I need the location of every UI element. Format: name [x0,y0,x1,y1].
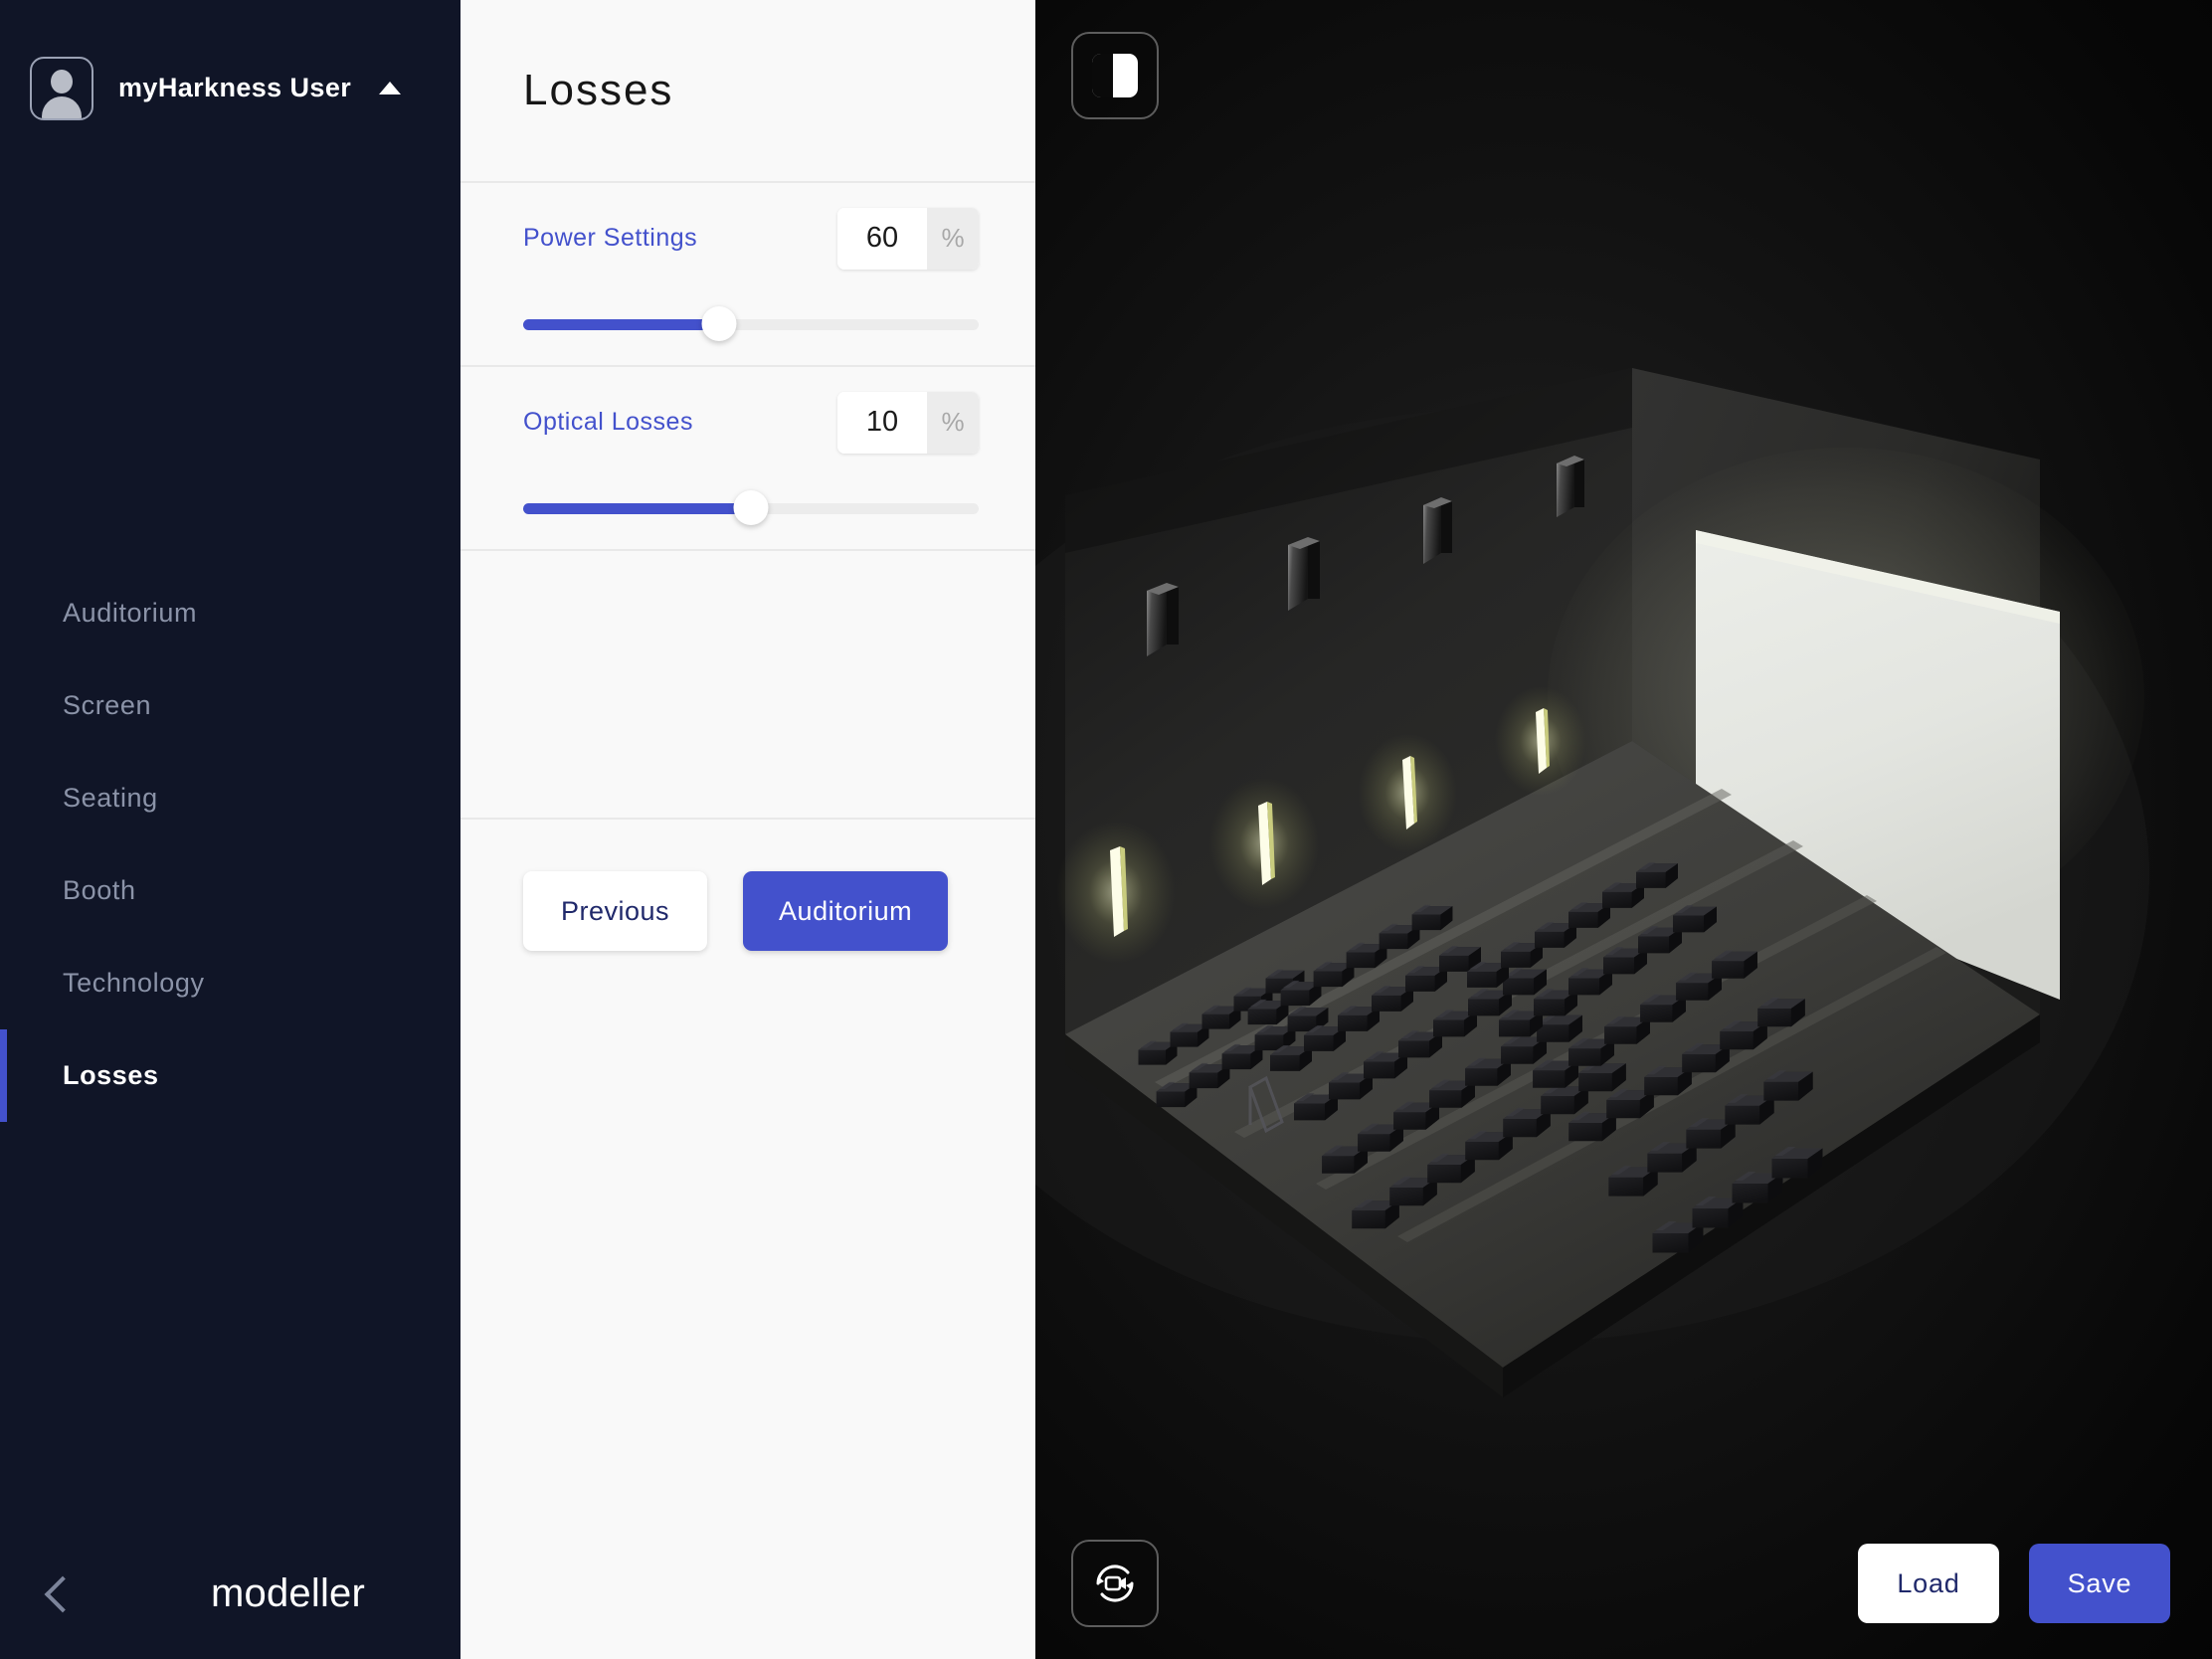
sidebar-item-label: Losses [63,1060,159,1090]
slider-fill [523,502,751,514]
optical-losses-input[interactable] [837,391,927,454]
panel-button-row: Previous Auditorium [461,820,1035,951]
power-settings-unit: % [927,207,979,270]
modeller-spectrum-logo [107,1569,189,1617]
panel-toggle-button[interactable] [1071,32,1159,119]
field-power-settings: Power Settings % [461,183,1035,367]
field-header: Power Settings % [523,207,979,270]
optical-losses-unit: % [927,391,979,454]
save-button[interactable]: Save [2029,1544,2170,1623]
sidebar-item-screen[interactable]: Screen [0,659,461,752]
viewport-actions: Load Save [1858,1544,2170,1623]
3d-viewport[interactable]: Load Save [1035,0,2212,1659]
sidebar-item-booth[interactable]: Booth [0,844,461,937]
panel-header: Losses [461,0,1035,183]
settings-panel: Losses Power Settings % Optical Losses [461,0,1035,1659]
slider-thumb[interactable] [733,489,769,525]
user-avatar-icon [30,56,93,120]
sidebar-item-seating[interactable]: Seating [0,752,461,844]
panel-toggle-icon [1092,54,1138,97]
sidebar-item-label: Auditorium [63,598,198,628]
field-label-optical-losses: Optical Losses [523,408,693,436]
sidebar-item-label: Technology [63,968,205,998]
previous-button[interactable]: Previous [523,871,708,951]
sidebar-item-auditorium[interactable]: Auditorium [0,567,461,659]
panel-empty-section [461,551,1035,820]
caret-up-icon[interactable] [379,82,402,94]
field-label-power-settings: Power Settings [523,224,698,252]
field-optical-losses: Optical Losses % [461,367,1035,551]
slider-thumb[interactable] [701,305,737,341]
user-name: myHarkness User [118,73,352,102]
camera-reset-button[interactable] [1071,1540,1159,1627]
sidebar-item-label: Seating [63,783,158,813]
app-root: myHarkness User Auditorium Screen Seatin… [0,0,2212,1659]
power-settings-input[interactable] [837,207,927,270]
auditorium-scene [1035,368,2149,1397]
sidebar-item-label: Screen [63,690,152,720]
sidebar-item-label: Booth [63,875,136,905]
sidebar-item-technology[interactable]: Technology [0,937,461,1029]
power-settings-input-group[interactable]: % [837,207,979,270]
optical-losses-input-group[interactable]: % [837,391,979,454]
brand-footer: modeller [0,1528,461,1659]
sidebar-item-losses[interactable]: Losses [0,1029,461,1122]
slider-fill [523,318,719,330]
brand-name: modeller [211,1570,365,1615]
sidebar: myHarkness User Auditorium Screen Seatin… [0,0,461,1659]
optical-losses-slider[interactable] [523,489,979,525]
next-button[interactable]: Auditorium [743,871,949,951]
page-title: Losses [523,66,674,114]
avatar-body [42,95,82,118]
chevron-left-icon[interactable] [46,1573,72,1613]
camera-reset-icon [1096,1565,1134,1602]
avatar-head [51,69,73,93]
power-settings-slider[interactable] [523,305,979,341]
field-header: Optical Losses % [523,391,979,454]
load-button[interactable]: Load [1858,1544,1999,1623]
sidebar-nav: Auditorium Screen Seating Booth Technolo… [0,567,461,1122]
user-menu[interactable]: myHarkness User [0,0,461,129]
